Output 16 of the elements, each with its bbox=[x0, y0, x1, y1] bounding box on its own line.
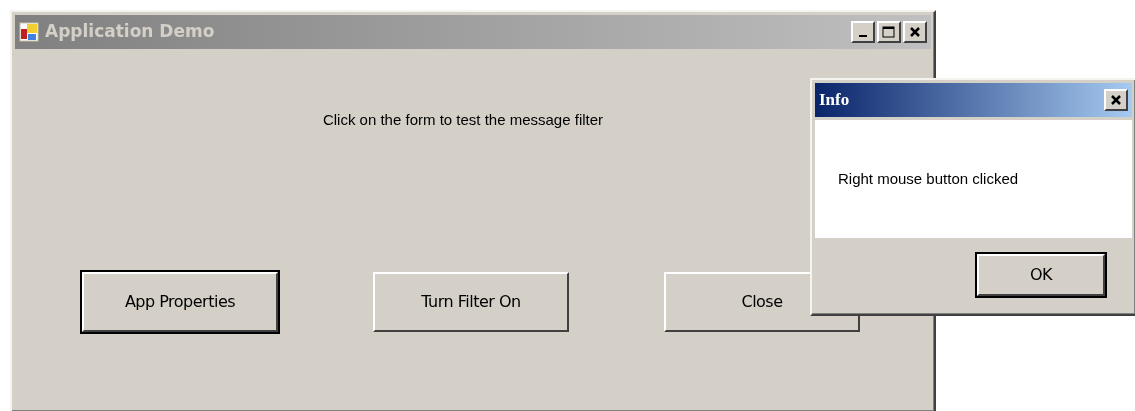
button[interactable]: Turn Filter On bbox=[373, 271, 569, 332]
button[interactable]: App Properties bbox=[82, 271, 278, 332]
minimize-button[interactable] bbox=[851, 21, 875, 43]
maximize-button[interactable] bbox=[877, 21, 901, 43]
maximize-icon bbox=[882, 26, 896, 38]
close-button[interactable] bbox=[903, 21, 927, 43]
close-icon bbox=[1110, 94, 1122, 106]
message-text: Right mouse button clicked bbox=[838, 168, 1019, 189]
window-title: Info bbox=[819, 89, 850, 112]
app-icon bbox=[19, 22, 39, 42]
minimize-icon bbox=[859, 35, 867, 37]
instruction-text: Click on the form to test the message filter bbox=[321, 110, 605, 130]
close-button[interactable] bbox=[1104, 89, 1128, 111]
button[interactable]: OK bbox=[977, 254, 1105, 296]
window-title: Application Demo bbox=[45, 20, 215, 44]
close-icon bbox=[909, 26, 921, 38]
